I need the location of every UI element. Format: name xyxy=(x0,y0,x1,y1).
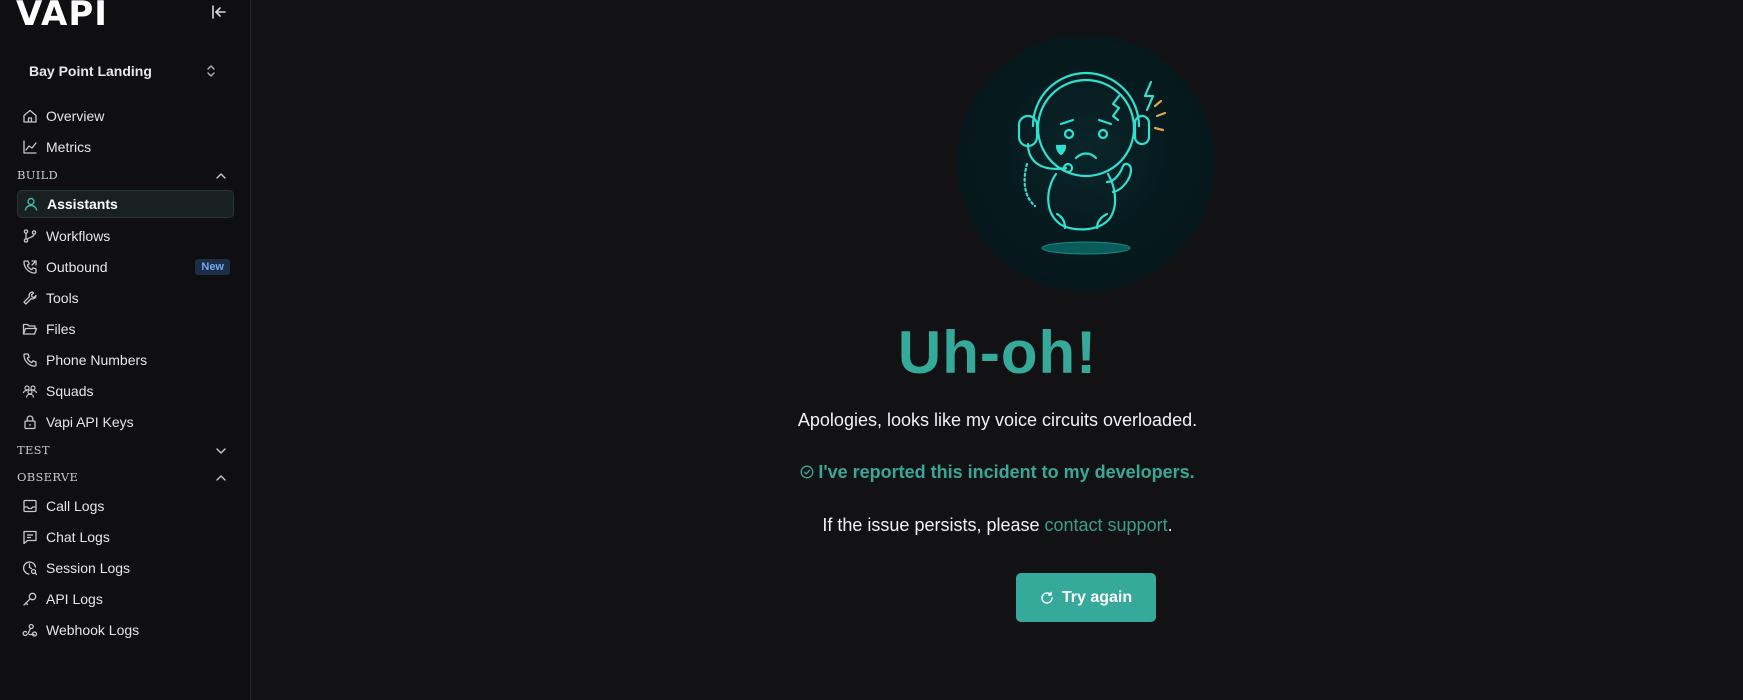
section-label: BUILD xyxy=(17,168,59,182)
inbox-icon xyxy=(22,498,38,514)
sidebar-item-label: Workflows xyxy=(46,228,111,244)
contact-support-link[interactable]: contact support xyxy=(1045,515,1168,535)
sidebar-item-label: Assistants xyxy=(47,196,118,212)
git-branch-icon xyxy=(22,228,38,244)
sidebar-item-label: Chat Logs xyxy=(46,529,110,545)
user-icon xyxy=(23,196,39,212)
org-name: Bay Point Landing xyxy=(29,63,152,79)
chevron-down-icon xyxy=(215,445,227,457)
sidebar-item-workflows[interactable]: Workflows xyxy=(17,222,234,250)
error-message: Apologies, looks like my voice circuits … xyxy=(797,410,1198,430)
sidebar-item-assistants[interactable]: Assistants xyxy=(17,190,234,218)
persist-suffix: . xyxy=(1167,515,1173,535)
webhook-icon xyxy=(22,622,38,638)
wrench-icon xyxy=(22,290,38,306)
folder-open-icon xyxy=(22,321,38,337)
sidebar-item-label: Tools xyxy=(46,290,79,306)
chevron-up-down-icon xyxy=(205,64,217,78)
collapse-sidebar-icon[interactable] xyxy=(209,2,229,22)
sidebar-item-label: Webhook Logs xyxy=(46,622,140,638)
sidebar-item-label: Call Logs xyxy=(46,498,105,514)
sidebar-item-label: Files xyxy=(46,321,76,337)
sidebar-item-webhook-logs[interactable]: Webhook Logs xyxy=(17,616,234,644)
sidebar-item-label: Outbound xyxy=(46,259,108,275)
try-again-label: Try again xyxy=(1061,588,1133,606)
new-badge: New xyxy=(195,259,230,275)
main-content: Uh-oh! Apologies, looks like my voice ci… xyxy=(252,0,1743,700)
key-icon xyxy=(22,591,38,607)
error-title: Uh-oh! xyxy=(897,319,1098,386)
sidebar-item-squads[interactable]: Squads xyxy=(17,377,234,405)
chevron-up-icon xyxy=(215,170,227,182)
sidebar-item-overview[interactable]: Overview xyxy=(17,102,234,130)
sidebar-item-phone-numbers[interactable]: Phone Numbers xyxy=(17,346,234,374)
chevron-up-icon xyxy=(215,472,227,484)
sidebar-item-metrics[interactable]: Metrics xyxy=(17,133,234,161)
message-square-icon xyxy=(22,529,38,545)
home-icon xyxy=(22,108,38,124)
users-icon xyxy=(22,383,38,399)
section-label: TEST xyxy=(17,443,50,457)
app-root: VAPI Bay Point Landing Overview Metrics … xyxy=(0,0,1743,700)
sidebar-item-chat-logs[interactable]: Chat Logs xyxy=(17,523,234,551)
vapi-logo: VAPI xyxy=(16,0,108,34)
org-selector[interactable]: Bay Point Landing xyxy=(17,56,229,86)
sidebar-item-label: Metrics xyxy=(46,139,92,155)
lock-icon xyxy=(22,414,38,430)
error-illustration xyxy=(957,34,1215,292)
incident-reported-notice: I've reported this incident to my develo… xyxy=(252,462,1743,483)
sidebar-item-api-logs[interactable]: API Logs xyxy=(17,585,234,613)
sidebar-item-label: API Logs xyxy=(46,591,103,607)
sidebar-item-label: Session Logs xyxy=(46,560,131,576)
sidebar-item-call-logs[interactable]: Call Logs xyxy=(17,492,234,520)
sidebar-item-api-keys[interactable]: Vapi API Keys xyxy=(17,408,234,436)
sidebar-item-files[interactable]: Files xyxy=(17,315,234,343)
sidebar-item-session-logs[interactable]: Session Logs xyxy=(17,554,234,582)
phone-icon xyxy=(22,352,38,368)
sidebar-item-label: Vapi API Keys xyxy=(46,414,134,430)
sidebar-item-label: Phone Numbers xyxy=(46,352,148,368)
incident-reported-text: I've reported this incident to my develo… xyxy=(818,462,1195,482)
persist-prefix: If the issue persists, please xyxy=(822,515,1045,535)
clock-search-icon xyxy=(22,560,38,576)
sidebar-item-tools[interactable]: Tools xyxy=(17,284,234,312)
sidebar-item-label: Overview xyxy=(46,108,105,124)
sidebar-item-outbound[interactable]: Outbound New xyxy=(17,253,234,281)
section-label: OBSERVE xyxy=(17,470,79,484)
try-again-button[interactable]: Try again xyxy=(1016,573,1156,622)
section-test-header[interactable]: TEST xyxy=(17,443,229,461)
check-circle-icon xyxy=(800,463,814,479)
support-message: If the issue persists, please contact su… xyxy=(252,515,1743,536)
chart-line-icon xyxy=(22,139,38,155)
section-observe-header[interactable]: OBSERVE xyxy=(17,470,229,488)
sidebar-item-label: Squads xyxy=(46,383,94,399)
section-build-header[interactable]: BUILD xyxy=(17,168,229,186)
phone-outgoing-icon xyxy=(22,259,38,275)
sidebar: VAPI Bay Point Landing Overview Metrics … xyxy=(0,0,251,700)
refresh-icon xyxy=(1040,591,1054,605)
